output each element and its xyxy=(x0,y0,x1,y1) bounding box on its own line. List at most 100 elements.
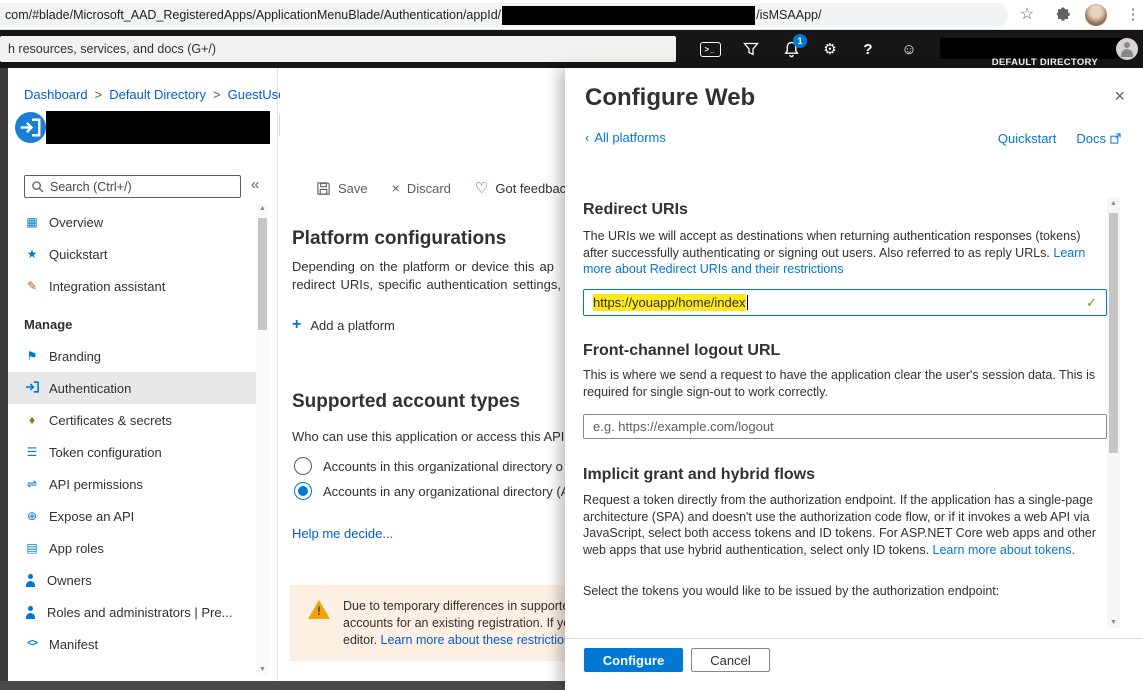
sidebar-item-label: Expose an API xyxy=(49,509,134,524)
logout-url-input[interactable] xyxy=(583,414,1107,439)
cancel-button[interactable]: Cancel xyxy=(691,648,770,672)
scroll-up-arrow[interactable]: ▲ xyxy=(1107,200,1120,207)
app-registration-icon xyxy=(15,112,46,148)
sidebar-item-branding[interactable]: ⚑ Branding xyxy=(8,340,256,372)
flag-icon: ⚑ xyxy=(24,350,40,362)
scroll-down-arrow[interactable]: ▼ xyxy=(1107,619,1120,626)
redirect-uri-input[interactable]: https://youapp/home/index ✓ xyxy=(583,289,1107,316)
sidebar-item-label: Manifest xyxy=(49,637,98,652)
notification-badge: 1 xyxy=(793,34,807,48)
implicit-grant-title: Implicit grant and hybrid flows xyxy=(583,466,815,484)
radio-option-this-directory[interactable]: Accounts in this organizational director… xyxy=(294,457,563,475)
redacted-app-name xyxy=(46,111,270,144)
warning-restrictions-link[interactable]: Learn more about these restrictions. xyxy=(381,633,581,647)
sidebar-item-authentication[interactable]: Authentication xyxy=(8,372,256,404)
configure-button[interactable]: Configure xyxy=(584,648,683,672)
sidebar-item-label: Quickstart xyxy=(49,247,108,262)
redacted-account-info xyxy=(940,38,1123,59)
sidebar-search-input[interactable]: Search (Ctrl+/) xyxy=(24,175,241,198)
sidebar-scrollbar[interactable]: ▲ ▼ xyxy=(256,203,269,675)
url-text-suffix: /isMSAApp/ xyxy=(756,8,821,22)
warning-line3: editor. Learn more about these restricti… xyxy=(343,632,581,649)
heart-icon: ♡ xyxy=(475,179,488,197)
tokens-learn-more-link[interactable]: Learn more about tokens. xyxy=(933,543,1075,557)
scroll-down-arrow[interactable]: ▼ xyxy=(256,666,269,673)
sidebar-divider xyxy=(277,68,278,681)
scroll-up-arrow[interactable]: ▲ xyxy=(256,205,269,212)
feedback-label: Got feedback xyxy=(495,181,572,196)
breadcrumb-separator: > xyxy=(213,87,221,102)
docs-link-label: Docs xyxy=(1076,131,1106,146)
radio-circle[interactable] xyxy=(294,457,312,475)
directory-filter-icon[interactable] xyxy=(732,30,770,68)
browser-menu-icon[interactable]: ⋮ xyxy=(1122,4,1143,26)
sidebar-item-certificates-secrets[interactable]: ♦ Certificates & secrets xyxy=(8,404,256,436)
docs-link[interactable]: Docs xyxy=(1076,131,1121,146)
quickstart-link[interactable]: Quickstart xyxy=(998,131,1057,146)
scrollbar-thumb[interactable] xyxy=(1109,213,1118,453)
browser-profile-avatar[interactable] xyxy=(1085,4,1107,26)
azure-portal-screen: com/#blade/Microsoft_AAD_RegisteredApps/… xyxy=(0,0,1143,690)
sidebar-item-overview[interactable]: ▦ Overview xyxy=(8,206,256,238)
redirect-uris-desc: The URIs we will accept as destinations … xyxy=(583,228,1107,278)
sidebar-item-integration-assistant[interactable]: ✎ Integration assistant xyxy=(8,270,256,302)
external-link-icon xyxy=(1110,133,1121,144)
notifications-bell-icon[interactable]: 1 xyxy=(772,30,810,68)
sidebar-search-placeholder: Search (Ctrl+/) xyxy=(50,180,132,194)
breadcrumb-link-dashboard[interactable]: Dashboard xyxy=(24,87,88,102)
directory-name-label: DEFAULT DIRECTORY xyxy=(992,57,1098,68)
sidebar-item-label: Authentication xyxy=(49,381,131,396)
sidebar-item-expose-an-api[interactable]: ⊕ Expose an API xyxy=(8,500,256,532)
redirect-uris-title: Redirect URIs xyxy=(583,201,688,219)
sidebar-item-api-permissions[interactable]: ⇌ API permissions xyxy=(8,468,256,500)
redirect-desc-text: The URIs we will accept as destinations … xyxy=(583,229,1080,260)
panel-scrollbar[interactable]: ▲ ▼ xyxy=(1107,198,1120,628)
discard-button[interactable]: × Discard xyxy=(392,180,451,196)
all-platforms-back-link[interactable]: ‹ All platforms xyxy=(585,130,666,145)
sidebar-item-roles-administrators[interactable]: Roles and administrators | Pre... xyxy=(8,596,256,628)
help-icon[interactable]: ? xyxy=(849,30,887,68)
sidebar-item-token-configuration[interactable]: ☰ Token configuration xyxy=(8,436,256,468)
scrollbar-thumb[interactable] xyxy=(258,218,267,330)
extensions-puzzle-icon[interactable] xyxy=(1052,7,1074,30)
sidebar-section-manage: Manage xyxy=(8,308,256,340)
footer-divider xyxy=(565,638,1143,639)
close-icon[interactable]: × xyxy=(1114,86,1125,107)
certificate-icon: ♦ xyxy=(24,414,40,426)
back-link-label: All platforms xyxy=(594,130,666,145)
sidebar-item-label: Overview xyxy=(49,215,103,230)
settings-gear-icon[interactable]: ⚙ xyxy=(811,30,849,68)
breadcrumb-separator: > xyxy=(95,87,103,102)
pencil-icon: ✎ xyxy=(24,280,40,292)
tokens-prompt: Select the tokens you would like to be i… xyxy=(583,584,1107,598)
global-search-input[interactable]: h resources, services, and docs (G+/) xyxy=(0,36,676,62)
sidebar-item-app-roles[interactable]: ▤ App roles xyxy=(8,532,256,564)
redirect-uri-value: https://youapp/home/index xyxy=(593,294,746,311)
person-icon xyxy=(24,574,38,587)
radio-option-any-directory[interactable]: Accounts in any organizational directory… xyxy=(294,482,569,500)
feedback-smiley-icon[interactable]: ☺ xyxy=(890,30,928,68)
warning-line3-prefix: editor. xyxy=(343,633,381,647)
sign-in-arrow-icon xyxy=(24,380,40,396)
help-me-decide-link[interactable]: Help me decide... xyxy=(292,526,393,541)
sidebar-item-owners[interactable]: Owners xyxy=(8,564,256,596)
save-button[interactable]: Save xyxy=(316,181,368,196)
sidebar-section-label: Manage xyxy=(24,317,72,332)
sidebar-item-label: Token configuration xyxy=(49,445,162,460)
platform-desc-line1: Depending on the platform or device this… xyxy=(292,259,554,274)
breadcrumb-link-directory[interactable]: Default Directory xyxy=(109,87,206,102)
warning-text: Due to temporary differences in supporte… xyxy=(343,598,581,651)
sidebar-item-quickstart[interactable]: ★ Quickstart xyxy=(8,238,256,270)
feedback-button[interactable]: ♡ Got feedback xyxy=(475,179,573,197)
cloud-shell-icon[interactable]: >_ xyxy=(691,30,729,68)
global-search-text: h resources, services, and docs (G+/) xyxy=(8,42,216,56)
account-avatar[interactable] xyxy=(1116,38,1138,60)
sidebar-item-manifest[interactable]: <> Manifest xyxy=(8,628,256,660)
browser-url-bar[interactable]: com/#blade/Microsoft_AAD_RegisteredApps/… xyxy=(0,3,1008,27)
bookmark-star-icon[interactable]: ☆ xyxy=(1016,4,1038,26)
sidebar-collapse-button[interactable]: « xyxy=(251,176,259,193)
radio-circle-selected[interactable] xyxy=(294,482,312,500)
add-platform-button[interactable]: + Add a platform xyxy=(292,317,395,333)
account-types-question: Who can use this application or access t… xyxy=(292,429,572,444)
roles-grid-icon: ▤ xyxy=(24,542,40,554)
